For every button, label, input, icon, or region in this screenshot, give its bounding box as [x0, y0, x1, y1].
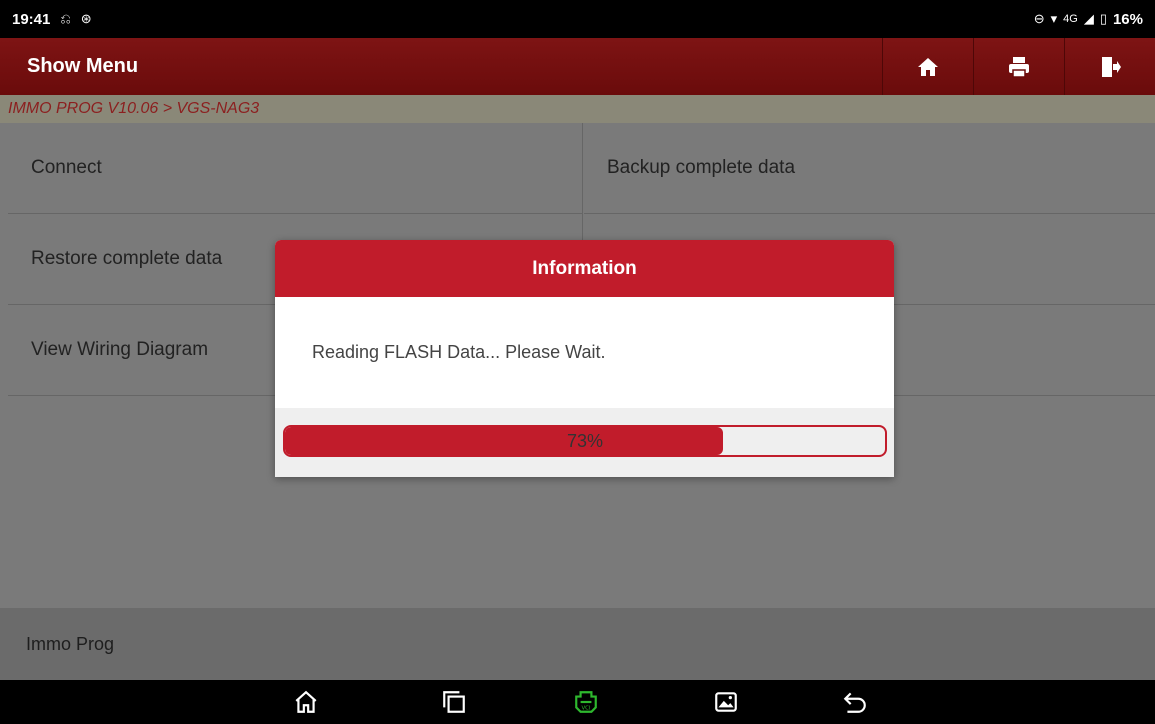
- signal-icon: ◢: [1083, 11, 1094, 26]
- status-bar: 19:41 ⎌ ⊛ ⊖ ▾ 4G ◢ ▯ 16%: [0, 0, 1155, 38]
- progress-bar: 73%: [283, 425, 887, 457]
- page-title: Show Menu: [27, 55, 139, 77]
- menu-item-backup[interactable]: Backup complete data: [584, 123, 1155, 214]
- battery-icon: ▯: [1099, 11, 1107, 26]
- nav-recents-button[interactable]: [432, 680, 476, 724]
- menu-item-label: View Wiring Diagram: [31, 339, 209, 360]
- bluetooth-icon: ⊛: [80, 11, 92, 26]
- home-button[interactable]: [882, 38, 973, 95]
- nav-vci-button[interactable]: VCI: [564, 680, 608, 724]
- breadcrumb: IMMO PROG V10.06 > VGS-NAG3: [0, 95, 1155, 123]
- battery-level: 16%: [1112, 10, 1143, 28]
- svg-text:VCI: VCI: [581, 706, 590, 712]
- recents-icon: [443, 691, 465, 713]
- dialog-title: Information: [275, 240, 894, 297]
- dialog-body: Reading FLASH Data... Please Wait.: [275, 297, 894, 408]
- nav-home-button[interactable]: [284, 680, 328, 724]
- exit-icon: [1102, 56, 1121, 77]
- clock: 19:41: [12, 10, 51, 28]
- nav-back-button[interactable]: [833, 680, 877, 724]
- home-icon: [918, 57, 938, 76]
- home-icon: [295, 690, 317, 713]
- menu-item-label: Restore complete data: [31, 248, 223, 269]
- footer-label: Immo Prog: [26, 634, 115, 654]
- progress-percentage: 73%: [566, 431, 604, 451]
- print-button[interactable]: [973, 38, 1064, 95]
- app-header: Show Menu: [0, 38, 1155, 95]
- dialog-message: Reading FLASH Data... Please Wait.: [312, 342, 606, 362]
- system-nav-bar: VCI: [0, 680, 1155, 724]
- menu-item-label: Backup complete data: [607, 157, 796, 178]
- print-icon: [1009, 56, 1029, 78]
- dnd-icon: ⊖: [1033, 11, 1045, 26]
- information-dialog: Information Reading FLASH Data... Please…: [275, 240, 894, 477]
- wifi-icon: ▾: [1050, 11, 1058, 26]
- footer-bar: Immo Prog: [0, 608, 1155, 680]
- back-icon: [843, 692, 866, 713]
- vci-icon: VCI: [575, 691, 597, 713]
- dialog-progress-area: 73%: [275, 408, 894, 477]
- screenshot-icon: [715, 692, 737, 712]
- menu-item-label: Connect: [31, 157, 102, 178]
- network-type: 4G: [1063, 13, 1078, 25]
- menu-item-connect[interactable]: Connect: [8, 123, 583, 214]
- nav-screenshot-button[interactable]: [704, 680, 748, 724]
- usb-icon: ⎌: [60, 11, 71, 26]
- exit-button[interactable]: [1064, 38, 1155, 95]
